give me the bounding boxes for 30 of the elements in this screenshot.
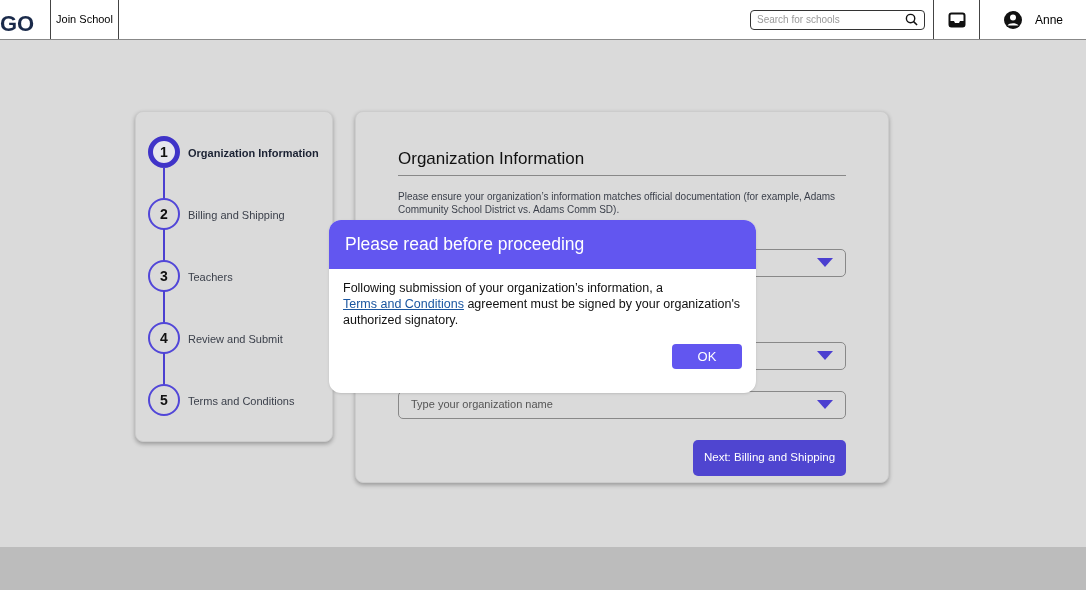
step-number[interactable]: 5 [148, 384, 180, 416]
dialog-title: Please read before proceeding [345, 233, 585, 257]
dropdown-arrow-icon [817, 400, 833, 409]
step-label[interactable]: Teachers [188, 269, 233, 322]
form-title: Organization Information [398, 146, 846, 176]
dropdown-input[interactable]: Type your organization name [411, 396, 817, 413]
step-label[interactable]: Organization Information [188, 145, 319, 198]
dialog-message: Following submission of your organization’s information, a Terms and Conditions agreement must be signed by your organization's authorized signatory. [342, 280, 742, 328]
next-button[interactable]: Next: Billing and Shipping [693, 439, 846, 476]
step-label[interactable]: Terms and Conditions [188, 393, 295, 416]
dropdown-field[interactable]: Type your organization name [398, 390, 846, 419]
dropdown-arrow-icon [817, 258, 833, 267]
step-number[interactable]: 3 [148, 260, 180, 292]
search-bar[interactable]: Search for schools [750, 9, 925, 30]
step-number[interactable]: 4 [148, 322, 180, 354]
form-note: Please ensure your organization’s information matches official documentation (for example, Adams Community School District vs. Adams Comm SD). [398, 189, 837, 216]
nav-link[interactable]: Join School [56, 11, 113, 28]
step-number[interactable]: 1 [148, 136, 180, 168]
logo: GO [0, 12, 35, 35]
step-label[interactable]: Review and Submit [188, 331, 283, 384]
ok-button[interactable]: OK [672, 344, 742, 369]
step-number[interactable]: 2 [148, 198, 180, 230]
inbox-icon[interactable] [947, 11, 966, 28]
terms-link[interactable]: Terms and Conditions [343, 297, 464, 311]
dropdown-arrow-icon [817, 351, 833, 360]
search-icon [905, 13, 918, 26]
user-name: Anne [1035, 11, 1063, 29]
step-label[interactable]: Billing and Shipping [188, 207, 285, 260]
search-input[interactable]: Search for schools [757, 12, 905, 27]
user-avatar-icon[interactable] [1003, 9, 1023, 30]
